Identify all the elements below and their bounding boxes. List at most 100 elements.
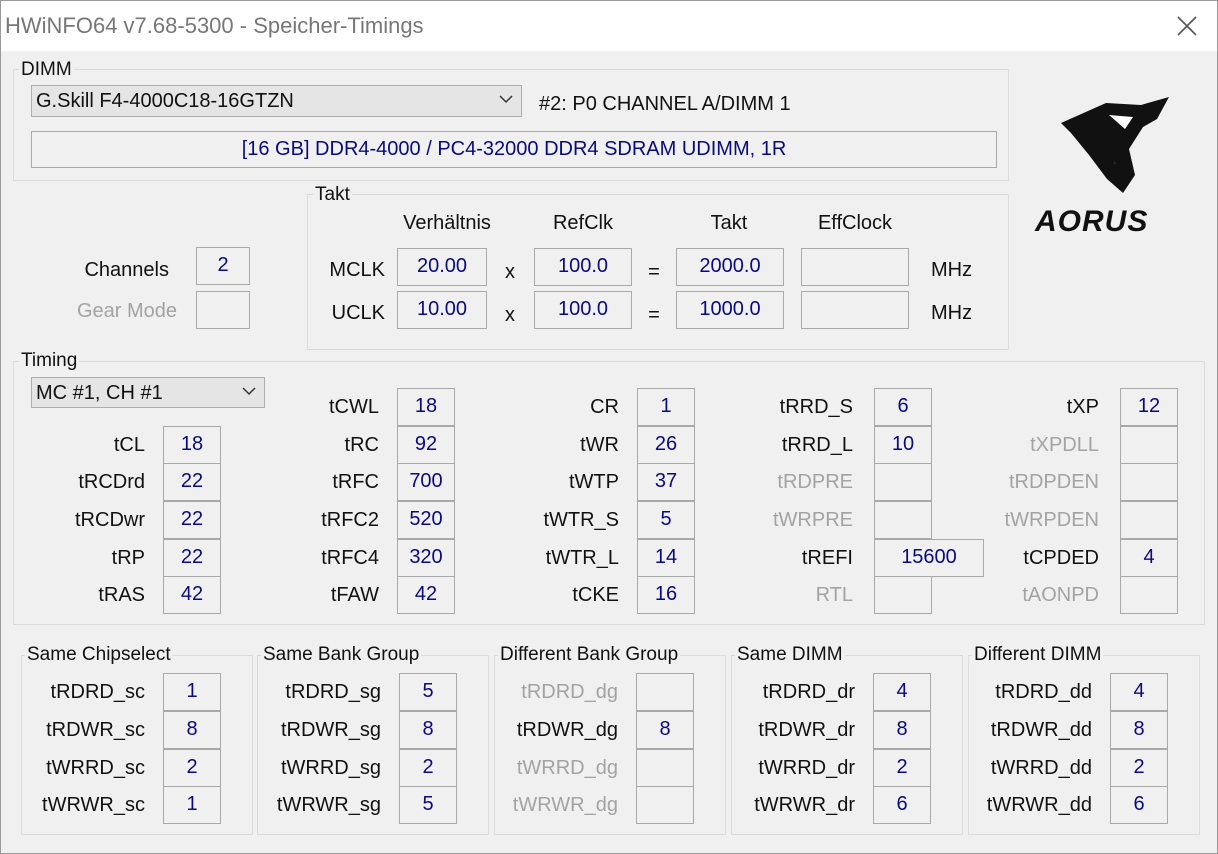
timing-label-tcke: tCKE [572, 584, 619, 606]
timing-subgroup-title: Different DIMM [972, 644, 1104, 666]
timing-value-trdpre [874, 463, 932, 501]
timing-value-trfc4: 320 [397, 539, 455, 577]
chevron-down-icon [242, 387, 256, 396]
timing-value-trdwr_sg: 8 [399, 711, 457, 749]
timing-label-txpdll: tXPDLL [1030, 434, 1099, 456]
multiply-sign: x [505, 304, 515, 326]
dimm-module-select[interactable]: G.Skill F4-4000C18-16GTZN [31, 85, 522, 117]
timing-value-trfc: 700 [397, 463, 455, 501]
clock-takt-value: 2000.0 [676, 248, 784, 286]
timing-label-trfc2: tRFC2 [321, 509, 379, 531]
timing-value-txp: 12 [1120, 388, 1178, 426]
equals-sign: = [648, 261, 660, 283]
timing-label-trcdrd: tRCDrd [78, 471, 145, 493]
timing-label-trdrd_dr: tRDRD_dr [762, 681, 855, 703]
timing-value-twrwr_sc: 1 [163, 786, 221, 824]
aorus-logo: AORUS [1031, 93, 1181, 243]
timing-value-trdrd_sg: 5 [399, 673, 457, 711]
clock-row-label: UCLK [331, 302, 385, 324]
timing-value-twrwr_dr: 6 [873, 786, 931, 824]
timing-value-trefi: 15600 [874, 539, 984, 577]
header-takt: Takt [710, 212, 748, 234]
clock-unit-label: MHz [931, 302, 973, 324]
timing-label-trc: tRC [344, 434, 379, 456]
timing-value-trrd_s: 6 [874, 388, 932, 426]
timing-label-trrd_s: tRRD_S [779, 396, 853, 418]
timing-value-trdwr_dr: 8 [873, 711, 931, 749]
timing-value-twrwr_sg: 5 [399, 786, 457, 824]
timing-value-twrrd_sg: 2 [399, 749, 457, 787]
timing-label-trdwr_dd: tRDWR_dd [990, 719, 1092, 741]
dimm-slot-label: #2: P0 CHANNEL A/DIMM 1 [539, 93, 791, 115]
timing-label-tras: tRAS [98, 584, 145, 606]
dimm-group-title: DIMM [19, 59, 74, 81]
equals-sign: = [648, 304, 660, 326]
timing-value-tcwl: 18 [397, 388, 455, 426]
timing-value-twrpden [1120, 501, 1178, 539]
window-title: HWiNFO64 v7.68-5300 - Speicher-Timings [5, 13, 424, 38]
timing-label-taonpd: tAONPD [1022, 584, 1099, 606]
timing-value-trdpden [1120, 463, 1178, 501]
timing-value-tcke: 16 [637, 576, 695, 614]
memory-timings-window: HWiNFO64 v7.68-5300 - Speicher-Timings D… [0, 0, 1218, 854]
timing-value-trdrd_dd: 4 [1110, 673, 1168, 711]
timing-value-trdwr_dg: 8 [636, 711, 694, 749]
header-effclock: EffClock [817, 212, 893, 234]
timing-value-tcpded: 4 [1120, 539, 1178, 577]
timing-label-twtp: tWTP [569, 471, 619, 493]
channels-label: Channels [84, 259, 169, 281]
channels-value: 2 [196, 247, 250, 285]
timing-label-trdrd_sg: tRDRD_sg [285, 681, 381, 703]
clock-row-label: MCLK [329, 259, 385, 281]
timing-value-txpdll [1120, 426, 1178, 464]
timing-value-tcl: 18 [163, 426, 221, 464]
timing-subgroup-title: Same Chipselect [25, 644, 173, 666]
timing-label-trfc: tRFC [332, 471, 379, 493]
timing-value-trdrd_sc: 1 [163, 673, 221, 711]
timing-label-twr: tWR [580, 434, 619, 456]
timing-label-rtl: RTL [815, 584, 853, 606]
timing-label-trdwr_dg: tRDWR_dg [516, 719, 618, 741]
timing-label-twrwr_sc: tWRWR_sc [42, 794, 145, 816]
dimm-module-value: G.Skill F4-4000C18-16GTZN [36, 90, 294, 112]
timing-value-trc: 92 [397, 426, 455, 464]
timing-value-twtr_l: 14 [637, 539, 695, 577]
timing-value-trfc2: 520 [397, 501, 455, 539]
timing-label-tcl: tCL [113, 434, 145, 456]
aorus-logo-text: AORUS [1035, 205, 1149, 238]
timing-label-trdwr_sg: tRDWR_sg [280, 719, 381, 741]
timing-value-twrwr_dd: 6 [1110, 786, 1168, 824]
timing-value-tfaw: 42 [397, 576, 455, 614]
timing-label-trdrd_dg: tRDRD_dg [521, 681, 618, 703]
timing-value-trrd_l: 10 [874, 426, 932, 464]
timing-value-trdrd_dg [636, 673, 694, 711]
timing-label-trdwr_sc: tRDWR_sc [46, 719, 145, 741]
timing-value-trdwr_sc: 8 [163, 711, 221, 749]
timing-label-trcdwr: tRCDwr [75, 509, 145, 531]
timing-label-twrrd_dg: tWRRD_dg [516, 757, 618, 779]
timing-value-trdwr_dd: 8 [1110, 711, 1168, 749]
title-bar: HWiNFO64 v7.68-5300 - Speicher-Timings [1, 1, 1217, 51]
timing-value-trp: 22 [163, 539, 221, 577]
timing-value-twrrd_dg [636, 749, 694, 787]
header-ratio: Verhältnis [403, 212, 491, 234]
dimm-description: [16 GB] DDR4-4000 / PC4-32000 DDR4 SDRAM… [31, 131, 997, 168]
timing-label-twrrd_sc: tWRRD_sc [46, 757, 145, 779]
timing-label-trdrd_sc: tRDRD_sc [50, 681, 145, 703]
timing-label-trrd_l: tRRD_L [781, 434, 853, 456]
header-refclk: RefClk [552, 212, 613, 234]
timing-subgroup-title: Different Bank Group [498, 644, 681, 666]
timing-value-trdrd_dr: 4 [873, 673, 931, 711]
timing-label-txp: tXP [1066, 396, 1099, 418]
timing-label-tcpded: tCPDED [1023, 547, 1099, 569]
timing-label-twrrd_dd: tWRRD_dd [990, 757, 1092, 779]
timing-label-trdpre: tRDPRE [777, 471, 853, 493]
channel-select[interactable]: MC #1, CH #1 [31, 377, 265, 408]
gear-mode-value [196, 291, 250, 329]
timing-value-twtp: 37 [637, 463, 695, 501]
close-button[interactable] [1167, 5, 1207, 47]
timing-subgroup-title: Same DIMM [735, 644, 845, 666]
timing-value-cr: 1 [637, 388, 695, 426]
takt-group-title: Takt [313, 184, 352, 206]
timing-label-twtr_l: tWTR_L [545, 547, 619, 569]
